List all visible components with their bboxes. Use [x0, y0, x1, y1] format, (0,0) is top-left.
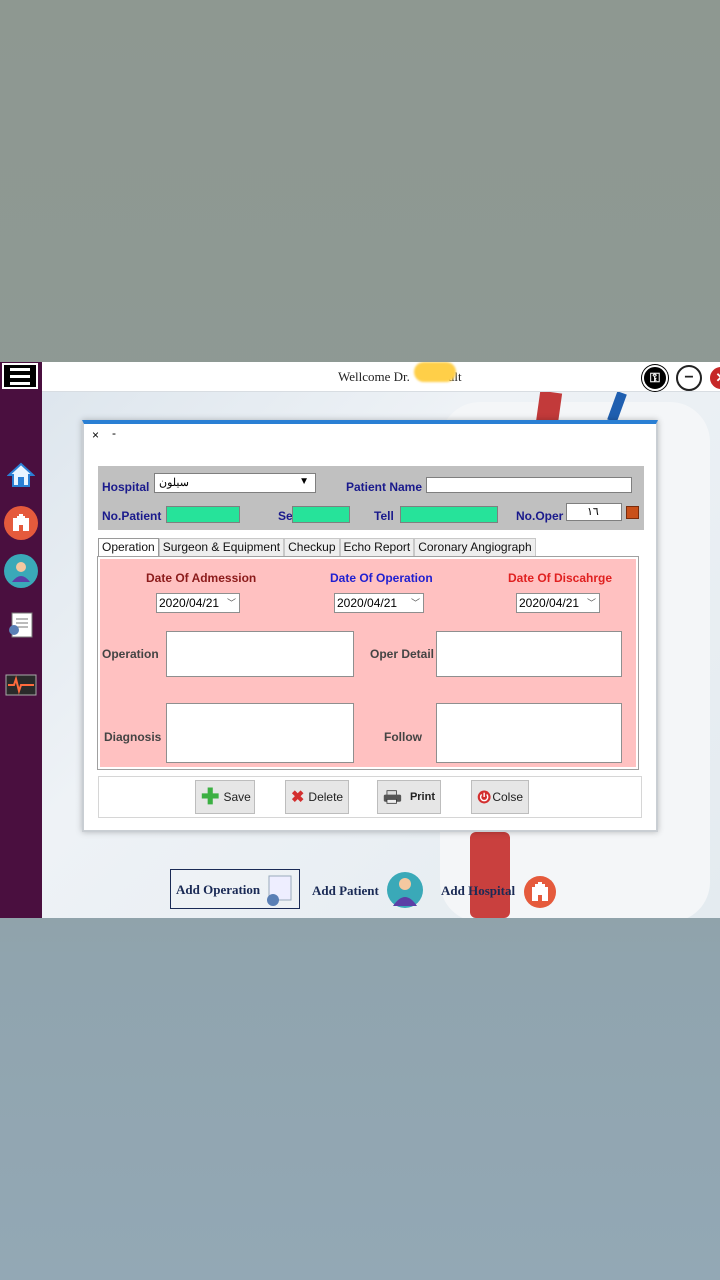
operation-tab-panel: Date Of Admession 2020/04/21 ﹀ Date Of Op…	[97, 556, 639, 770]
hamburger-menu-icon[interactable]	[2, 363, 38, 389]
close-button[interactable]: Colse	[471, 780, 529, 814]
printer-icon	[383, 790, 402, 804]
tab-checkup[interactable]: Checkup	[284, 538, 340, 556]
tab-coronary-angiograph[interactable]: Coronary Angiograph	[414, 538, 536, 556]
background-tie-lower	[470, 832, 510, 918]
plus-icon: ✚	[201, 784, 220, 809]
discharge-date-label: Date Of Discahrge	[508, 571, 613, 585]
discharge-date-picker[interactable]: 2020/04/21 ﹀	[516, 593, 600, 613]
tab-echo-report[interactable]: Echo Report	[339, 538, 415, 556]
oper-detail-textbox[interactable]	[436, 631, 622, 677]
follow-label: Follow	[384, 730, 422, 744]
patient-name-input[interactable]	[426, 477, 632, 493]
close-app-button[interactable]: ✕	[708, 365, 720, 391]
hospital-icon[interactable]	[4, 506, 38, 540]
no-patient-field[interactable]	[166, 506, 240, 523]
tab-operation[interactable]: Operation	[98, 538, 159, 556]
patient-name-label: Patient Name	[346, 480, 423, 494]
add-hospital-icon[interactable]	[524, 876, 556, 908]
hospital-label: Hospital	[102, 480, 150, 494]
chevron-down-icon: ﹀	[226, 598, 236, 608]
delete-button[interactable]: ✖ Delete	[285, 780, 349, 814]
tab-surgeon-equipment[interactable]: Surgeon & Equipment	[158, 538, 285, 556]
tell-field[interactable]	[400, 506, 498, 523]
dialog-minimize-button[interactable]: -	[112, 426, 116, 440]
top-bar: Wellcome Dr.ult ⚿ − ✕	[42, 362, 720, 392]
patient-header-panel: Hospital سيلون ▼ Patient Name No.Patient…	[98, 466, 644, 530]
minimize-button[interactable]: −	[676, 365, 702, 391]
operation-icon	[267, 875, 292, 906]
add-patient-link[interactable]: Add Patient	[312, 883, 379, 899]
sex-field[interactable]	[292, 506, 350, 523]
print-button[interactable]: Print	[377, 780, 441, 814]
diagnosis-textbox[interactable]	[166, 703, 354, 763]
sidebar	[0, 362, 42, 918]
action-button-bar: ✚ Save ✖ Delete Print Colse	[98, 776, 642, 818]
lock-icon[interactable]: ⚿	[642, 365, 668, 391]
operation-textbox[interactable]	[166, 631, 354, 677]
add-operation-button[interactable]: Add Operation	[170, 869, 300, 909]
operation-label: Operation	[102, 647, 159, 661]
chevron-down-icon: ﹀	[410, 598, 420, 608]
home-icon[interactable]	[4, 458, 38, 492]
tab-bar: Operation Surgeon & Equipment Checkup Ec…	[98, 538, 536, 556]
chevron-down-icon: ﹀	[586, 598, 596, 608]
no-oper-color-button[interactable]	[626, 506, 639, 519]
operation-date-picker[interactable]: 2020/04/21 ﹀	[334, 593, 424, 613]
ecg-icon[interactable]	[4, 668, 38, 702]
power-icon	[477, 790, 491, 804]
admission-date-picker[interactable]: 2020/04/21 ﹀	[156, 593, 240, 613]
save-button[interactable]: ✚ Save	[195, 780, 255, 814]
follow-textbox[interactable]	[436, 703, 622, 763]
redacted-name	[414, 362, 456, 382]
add-patient-icon[interactable]	[387, 872, 423, 908]
patient-icon[interactable]	[4, 554, 38, 588]
dropdown-arrow-icon: ▼	[299, 476, 309, 487]
report-icon[interactable]	[4, 608, 38, 642]
tell-label: Tell	[374, 509, 394, 523]
x-icon: ✖	[291, 789, 305, 806]
diagnosis-label: Diagnosis	[104, 730, 162, 744]
hospital-select[interactable]: سيلون ▼	[154, 473, 316, 493]
admission-date-label: Date Of Admession	[146, 571, 257, 585]
add-hospital-link[interactable]: Add Hospital	[441, 883, 515, 899]
dialog-close-button[interactable]: ×	[92, 428, 99, 442]
operation-date-label: Date Of Operation	[330, 571, 433, 585]
no-oper-label: No.Oper	[516, 509, 564, 523]
no-oper-field[interactable]: ١٦	[566, 503, 622, 521]
app-screen: Wellcome Dr.ult ⚿ − ✕ × - Hospital سيل	[0, 362, 720, 918]
operation-dialog: × - Hospital سيلون ▼ Patient Name No.Pat…	[82, 420, 658, 832]
oper-detail-label: Oper Detail	[370, 647, 435, 661]
no-patient-label: No.Patient	[102, 509, 162, 523]
